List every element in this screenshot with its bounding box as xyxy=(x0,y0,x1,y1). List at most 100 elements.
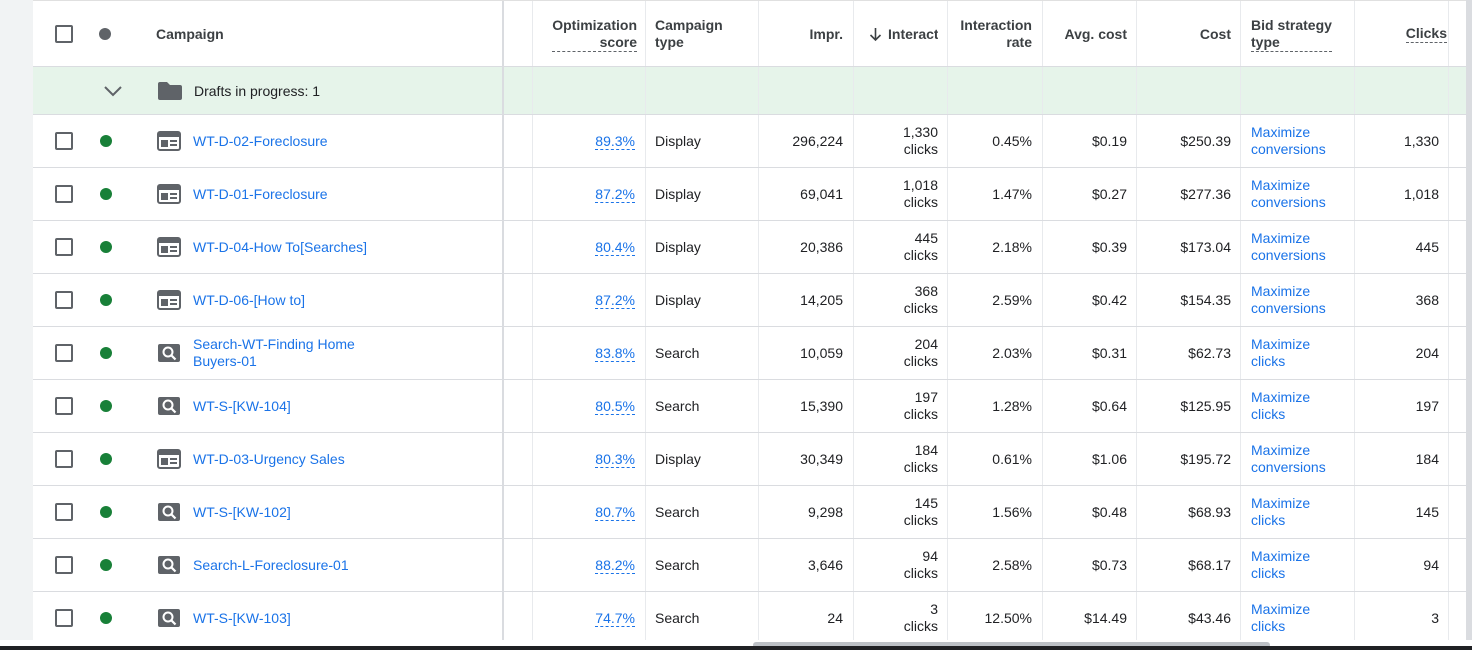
table-row[interactable]: WT-D-01-Foreclosure 87.2% Display 69,041… xyxy=(33,168,1466,221)
campaign-name-link[interactable]: WT-S-[KW-103] xyxy=(193,610,291,627)
interactions-value: 204 xyxy=(914,336,938,352)
header-interactions[interactable]: Interact xyxy=(869,1,938,67)
optimization-score-link[interactable]: 80.4% xyxy=(595,239,635,256)
campaign-name-link[interactable]: WT-D-03-Urgency Sales xyxy=(193,451,345,468)
campaign-name-link[interactable]: WT-D-04-How To[Searches] xyxy=(193,239,367,256)
avg-cost-value: $0.19 xyxy=(1091,133,1127,149)
bid-strategy-cell: Maximize clicks xyxy=(1251,327,1310,379)
header-campaign[interactable]: Campaign xyxy=(156,1,224,67)
table-row[interactable]: WT-D-03-Urgency Sales 80.3% Display 30,3… xyxy=(33,433,1466,486)
avg-cost-value: $1.06 xyxy=(1091,451,1127,467)
vertical-scrollbar-track[interactable] xyxy=(1466,0,1472,640)
campaign-name-link[interactable]: Search-WT-Finding Home xyxy=(193,336,355,353)
drafts-row[interactable]: Drafts in progress: 1 xyxy=(33,67,1466,115)
status-enabled-dot[interactable] xyxy=(100,506,112,518)
header-interaction-rate[interactable]: Interaction rate xyxy=(948,1,1032,67)
campaign-name-link[interactable]: WT-S-[KW-104] xyxy=(193,398,291,415)
table-row[interactable]: WT-S-[KW-102] 80.7% Search 9,298 145 cli… xyxy=(33,486,1466,539)
bid-strategy-link[interactable]: Maximize xyxy=(1251,283,1326,300)
campaign-name-link[interactable]: WT-D-06-[How to] xyxy=(193,292,305,309)
header-optimization-score[interactable]: Optimization score xyxy=(533,1,637,67)
status-enabled-dot[interactable] xyxy=(100,400,112,412)
table-row[interactable]: WT-D-02-Foreclosure 89.3% Display 296,22… xyxy=(33,115,1466,168)
bid-strategy-link-cont[interactable]: conversions xyxy=(1251,459,1326,476)
row-checkbox[interactable] xyxy=(55,397,73,415)
chevron-down-icon[interactable] xyxy=(103,67,123,114)
optimization-score-link[interactable]: 87.2% xyxy=(595,292,635,309)
header-clicks[interactable]: Clicks xyxy=(1355,1,1447,67)
row-checkbox[interactable] xyxy=(55,344,73,362)
row-checkbox[interactable] xyxy=(55,556,73,574)
display-campaign-icon xyxy=(157,115,181,167)
status-column-icon[interactable] xyxy=(99,28,111,40)
bid-strategy-link[interactable]: Maximize xyxy=(1251,124,1326,141)
status-enabled-dot[interactable] xyxy=(100,612,112,624)
optimization-score-cell: 87.2% xyxy=(533,168,635,220)
table-row[interactable]: WT-D-04-How To[Searches] 80.4% Display 2… xyxy=(33,221,1466,274)
table-row[interactable]: WT-S-[KW-104] 80.5% Search 15,390 197 cl… xyxy=(33,380,1466,433)
bid-strategy-link[interactable]: Maximize xyxy=(1251,442,1326,459)
interactions-unit: clicks xyxy=(903,141,938,157)
bid-strategy-link-cont[interactable]: clicks xyxy=(1251,353,1310,370)
cost-value: $125.95 xyxy=(1180,398,1231,414)
status-enabled-dot[interactable] xyxy=(100,241,112,253)
row-checkbox[interactable] xyxy=(55,238,73,256)
table-row[interactable]: Search-WT-Finding Home Buyers-01 83.8% S… xyxy=(33,327,1466,380)
row-checkbox-cell xyxy=(55,486,73,538)
table-row[interactable]: Search-L-Foreclosure-01 88.2% Search 3,6… xyxy=(33,539,1466,592)
bid-strategy-link-cont[interactable]: conversions xyxy=(1251,194,1326,211)
bid-strategy-link[interactable]: Maximize xyxy=(1251,601,1310,618)
status-enabled-dot[interactable] xyxy=(100,453,112,465)
optimization-score-link[interactable]: 83.8% xyxy=(595,345,635,362)
select-all-checkbox[interactable] xyxy=(55,25,73,43)
optimization-score-link[interactable]: 80.7% xyxy=(595,504,635,521)
campaign-type: Search xyxy=(655,557,700,573)
campaign-name-link[interactable]: Search-L-Foreclosure-01 xyxy=(193,557,349,574)
header-avg-cost[interactable]: Avg. cost xyxy=(1043,1,1128,67)
optimization-score-link[interactable]: 88.2% xyxy=(595,557,635,574)
bid-strategy-link[interactable]: Maximize xyxy=(1251,548,1310,565)
table-row[interactable]: WT-D-06-[How to] 87.2% Display 14,205 36… xyxy=(33,274,1466,327)
header-campaign-type[interactable]: Campaign type xyxy=(655,1,723,67)
campaign-name-link-cont[interactable]: Buyers-01 xyxy=(193,353,355,370)
optimization-score-link[interactable]: 89.3% xyxy=(595,133,635,150)
campaign-name-link[interactable]: WT-D-02-Foreclosure xyxy=(193,133,328,150)
row-checkbox[interactable] xyxy=(55,503,73,521)
row-checkbox[interactable] xyxy=(55,291,73,309)
status-enabled-dot[interactable] xyxy=(100,294,112,306)
bid-strategy-link-cont[interactable]: conversions xyxy=(1251,247,1326,264)
header-cost[interactable]: Cost xyxy=(1137,1,1231,67)
bid-strategy-link-cont[interactable]: clicks xyxy=(1251,512,1310,529)
bid-strategy-link[interactable]: Maximize xyxy=(1251,177,1326,194)
bid-strategy-link-cont[interactable]: conversions xyxy=(1251,300,1326,317)
bid-strategy-link-cont[interactable]: clicks xyxy=(1251,565,1310,582)
row-checkbox[interactable] xyxy=(55,450,73,468)
row-checkbox[interactable] xyxy=(55,132,73,150)
bid-strategy-link[interactable]: Maximize xyxy=(1251,389,1310,406)
optimization-score-link[interactable]: 87.2% xyxy=(595,186,635,203)
row-checkbox[interactable] xyxy=(55,185,73,203)
optimization-score-link[interactable]: 74.7% xyxy=(595,610,635,627)
table-row[interactable]: WT-S-[KW-103] 74.7% Search 24 3 clicks 1… xyxy=(33,592,1466,640)
bid-strategy-link[interactable]: Maximize xyxy=(1251,336,1310,353)
header-bid-strategy-type[interactable]: Bid strategy type xyxy=(1251,1,1332,67)
campaign-name-link[interactable]: WT-D-01-Foreclosure xyxy=(193,186,328,203)
header-impressions[interactable]: Impr. xyxy=(759,1,843,67)
bid-strategy-link-cont[interactable]: clicks xyxy=(1251,406,1310,423)
bid-strategy-link-cont[interactable]: conversions xyxy=(1251,141,1326,158)
status-enabled-dot[interactable] xyxy=(100,559,112,571)
bid-strategy-cell: Maximize clicks xyxy=(1251,380,1310,432)
interactions-value: 368 xyxy=(914,283,938,299)
status-enabled-dot[interactable] xyxy=(100,135,112,147)
status-enabled-dot[interactable] xyxy=(100,347,112,359)
campaign-name-link[interactable]: WT-S-[KW-102] xyxy=(193,504,291,521)
bid-strategy-link[interactable]: Maximize xyxy=(1251,495,1310,512)
display-campaign-icon xyxy=(157,168,181,220)
bid-strategy-link[interactable]: Maximize xyxy=(1251,230,1326,247)
optimization-score-link[interactable]: 80.3% xyxy=(595,451,635,468)
interactions-cell: 3 clicks xyxy=(854,592,938,640)
row-checkbox[interactable] xyxy=(55,609,73,627)
status-enabled-dot[interactable] xyxy=(100,188,112,200)
bid-strategy-link-cont[interactable]: clicks xyxy=(1251,618,1310,635)
optimization-score-link[interactable]: 80.5% xyxy=(595,398,635,415)
